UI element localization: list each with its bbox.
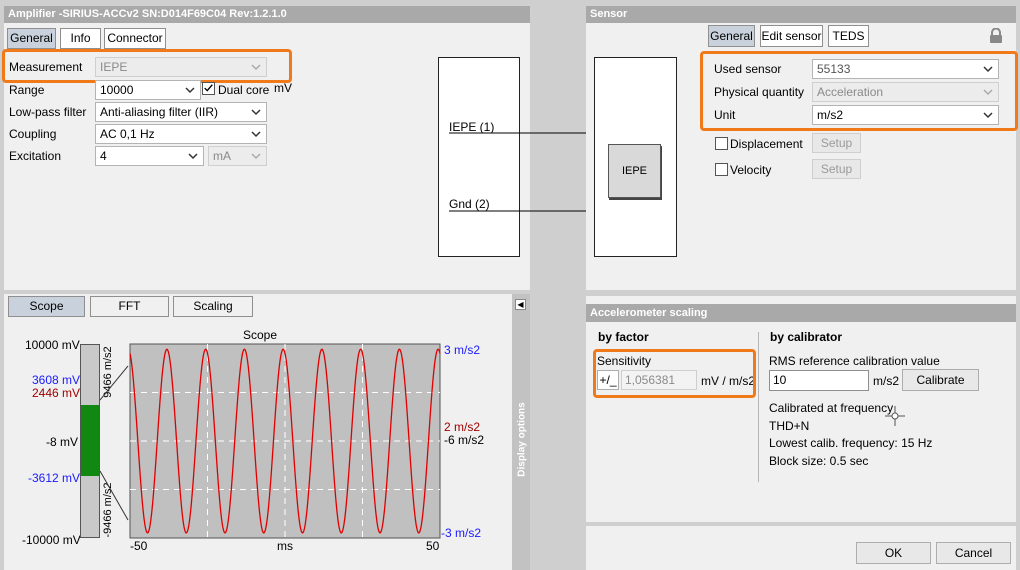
displacement-checkbox[interactable] [715, 137, 728, 150]
right-axis-top: 3 m/s2 [444, 343, 481, 357]
display-options-strip[interactable]: ◀ Display options [512, 294, 530, 570]
calibrated-freq-label: Calibrated at frequency [769, 401, 894, 415]
thd-label: THD+N [769, 419, 810, 433]
lock-icon [990, 28, 1002, 43]
sensor-title: Sensor [586, 6, 1016, 23]
calibrate-button[interactable]: Calibrate [902, 369, 979, 391]
iepe-sensor-block: IEPE [608, 144, 661, 198]
display-options-label: Display options [516, 402, 528, 477]
tab-teds[interactable]: TEDS [828, 25, 869, 47]
cancel-button[interactable]: Cancel [936, 542, 1011, 564]
left-axis-blue2: -3612 mV [28, 471, 81, 485]
tab-scope[interactable]: Scope [8, 296, 85, 317]
x-axis-right: 50 [426, 539, 440, 553]
velocity-setup-button[interactable]: Setup [812, 159, 861, 179]
level-fill [81, 405, 99, 476]
ok-button[interactable]: OK [856, 542, 931, 564]
by-factor-heading: by factor [598, 330, 649, 344]
scope-plot [100, 343, 441, 539]
left-axis-mid: -8 mV [46, 435, 79, 449]
collapse-arrow-icon[interactable]: ◀ [515, 299, 526, 310]
bar-connector-bottom [100, 470, 129, 521]
velocity-label: Velocity [730, 163, 772, 177]
displacement-label: Displacement [730, 137, 803, 151]
displacement-setup-button[interactable]: Setup [812, 133, 861, 153]
block-size-label: Block size: 0.5 sec [769, 454, 869, 468]
rms-unit: m/s2 [873, 374, 900, 388]
section-divider [758, 332, 759, 482]
right-axis-bottom: -3 m/s2 [441, 526, 482, 540]
x-axis-left: -50 [130, 539, 148, 553]
lowest-freq-label: Lowest calib. frequency: 15 Hz [769, 436, 933, 450]
left-axis-red: 2446 mV [32, 386, 81, 400]
iepe-sensor-label: IEPE [621, 165, 648, 177]
left-axis-blue: 3608 mV [32, 373, 81, 387]
right-axis-red: 2 m/s2 [444, 420, 481, 434]
dialog-button-bar: OK Cancel [586, 526, 1016, 570]
x-axis-unit: ms [277, 539, 293, 553]
velocity-checkbox[interactable] [715, 163, 728, 176]
accel-scaling-panel: Accelerometer scaling by factor Sensitiv… [586, 296, 1016, 522]
tab-fft[interactable]: FFT [90, 296, 169, 317]
sensitivity-highlight [593, 349, 756, 398]
right-axis-mid: -6 m/s2 [444, 433, 485, 447]
crosshair-cursor-icon [885, 406, 905, 426]
sensor-fields-highlight [700, 51, 1018, 131]
rms-label: RMS reference calibration value [769, 354, 940, 368]
sensor-panel: Sensor General Edit sensor TEDS IEPE Use… [586, 6, 1018, 290]
rms-input[interactable]: 10 [769, 370, 869, 391]
left-axis-bottom: -10000 mV [22, 533, 81, 547]
left-axis-top: 10000 mV [25, 338, 80, 352]
tab-scaling[interactable]: Scaling [173, 296, 253, 317]
level-meter [80, 344, 100, 538]
bar-connector-top [100, 365, 129, 401]
by-calibrator-heading: by calibrator [770, 330, 843, 344]
tab-edit-sensor[interactable]: Edit sensor [760, 25, 823, 47]
tab-sensor-general[interactable]: General [708, 25, 755, 47]
accel-scaling-title: Accelerometer scaling [586, 304, 1016, 322]
